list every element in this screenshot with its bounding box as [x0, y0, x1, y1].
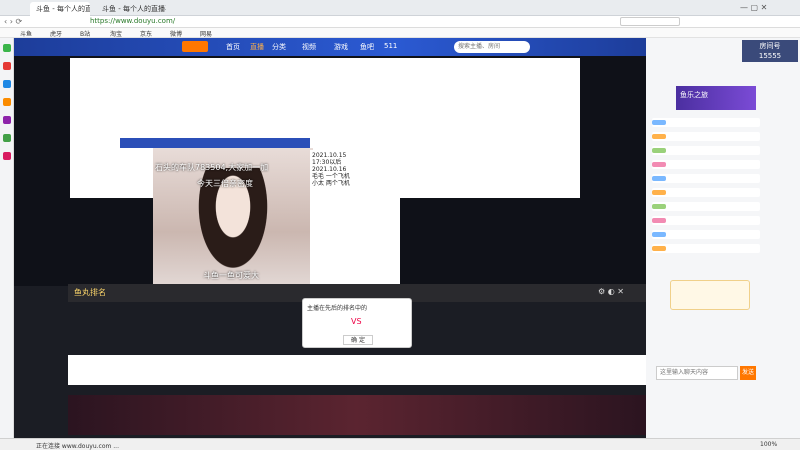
gift-popup[interactable]: [670, 280, 750, 310]
schedule-line: 2021.10.15: [312, 152, 347, 159]
bookmark-item[interactable]: 微博: [170, 29, 182, 38]
browser-tab-2[interactable]: 斗鱼 - 每个人的直播平台: [96, 2, 166, 16]
chat-message: [652, 132, 760, 141]
app-icon[interactable]: [3, 116, 11, 124]
search-input[interactable]: [454, 41, 530, 53]
chat-message: [652, 202, 760, 211]
room-value: 15555: [758, 52, 782, 60]
side-dock: [0, 38, 14, 438]
room-label: 房间号: [759, 42, 781, 50]
url-field[interactable]: https://www.douyu.com/: [90, 17, 175, 25]
nav-game[interactable]: 游戏: [334, 42, 348, 52]
confirm-button[interactable]: 确 定: [343, 335, 373, 345]
schedule-line: 17:30以后: [312, 159, 342, 166]
app-icon[interactable]: [3, 134, 11, 142]
nav-home[interactable]: 首页: [226, 42, 240, 52]
status-bar: 正在连接 www.douyu.com ... 100%: [0, 438, 800, 450]
send-button[interactable]: 发送: [740, 366, 756, 380]
bookmark-item[interactable]: 虎牙: [50, 29, 62, 38]
chat-message: [652, 146, 760, 155]
bookmark-item[interactable]: B站: [80, 29, 90, 38]
app-icon[interactable]: [3, 152, 11, 160]
browser-search-input[interactable]: [620, 17, 680, 26]
bookmark-item[interactable]: 淘宝: [110, 29, 122, 38]
douyu-logo-icon[interactable]: [182, 41, 208, 52]
window-controls[interactable]: — ▢ ✕: [740, 3, 767, 12]
chat-message: [652, 244, 760, 253]
video-bottom-caption: 斗鱼一鱼可爱大: [203, 271, 259, 280]
player-controls-icon[interactable]: ⚙ ◐ ✕: [598, 287, 624, 296]
browser-tabbar: 斗鱼 - 每个人的直播平台 斗鱼 - 每个人的直播平台 — ▢ ✕: [0, 0, 800, 16]
chat-message: [652, 174, 760, 183]
chat-input[interactable]: [656, 366, 738, 380]
nav-live[interactable]: 直播: [250, 42, 264, 52]
browser-tab-1[interactable]: 斗鱼 - 每个人的直播平台: [30, 2, 90, 16]
bookmarks-bar: 斗鱼 虎牙 B站 淘宝 京东 微博 网易: [0, 28, 800, 38]
chat-message: [652, 188, 760, 197]
nav-511[interactable]: 511: [384, 42, 397, 50]
embedded-header: [120, 138, 310, 148]
chat-message: [652, 216, 760, 225]
chat-message: [652, 118, 760, 127]
rank-dialog: 主播在先后的排名中的 VS 确 定: [302, 298, 412, 348]
promo-banner[interactable]: 鱼乐之旅: [676, 86, 756, 110]
app-icon[interactable]: [3, 62, 11, 70]
bookmark-item[interactable]: 京东: [140, 29, 152, 38]
player-title: 鱼丸排名: [74, 288, 106, 297]
nav-category[interactable]: 分类: [272, 42, 286, 52]
chat-message: [652, 230, 760, 239]
app-icon[interactable]: [3, 44, 11, 52]
gift-bar: [68, 355, 646, 385]
schedule-line: 小太 两个飞机: [312, 180, 350, 187]
app-icon[interactable]: [3, 80, 11, 88]
chat-message: [652, 160, 760, 169]
app-icon[interactable]: [3, 98, 11, 106]
dialog-title: 主播在先后的排名中的: [307, 305, 368, 312]
ad-banner[interactable]: [68, 395, 646, 435]
nav-video[interactable]: 视频: [302, 42, 316, 52]
room-number-box: 房间号 15555: [742, 40, 798, 62]
zoom-level[interactable]: 100%: [760, 441, 777, 448]
bookmark-item[interactable]: 斗鱼: [20, 29, 32, 38]
nav-arrows-icon[interactable]: ‹ › ⟳: [4, 17, 22, 26]
video-caption: 石头的车队783504,大家加一加: [155, 163, 269, 172]
schedule-line: 2021.10.16: [312, 166, 347, 173]
bookmark-item[interactable]: 网易: [200, 29, 212, 38]
video-subcaption: 今天三倍亲密度: [197, 179, 253, 188]
status-text: 正在连接 www.douyu.com ...: [36, 443, 119, 450]
nav-yuba[interactable]: 鱼吧: [360, 42, 374, 52]
dialog-vs: VS: [351, 317, 362, 326]
site-header: 首页 直播 分类 视频 游戏 鱼吧 511: [14, 38, 646, 56]
schedule-line: 毛毛 一个飞机: [312, 173, 350, 180]
schedule-panel: 2021.10.15 17:30以后 2021.10.16 毛毛 一个飞机 小太…: [310, 150, 400, 290]
video-player[interactable]: 石头的车队783504,大家加一加 今天三倍亲密度 斗鱼一鱼可爱大: [153, 148, 313, 288]
address-bar: ‹ › ⟳ https://www.douyu.com/: [0, 16, 800, 28]
